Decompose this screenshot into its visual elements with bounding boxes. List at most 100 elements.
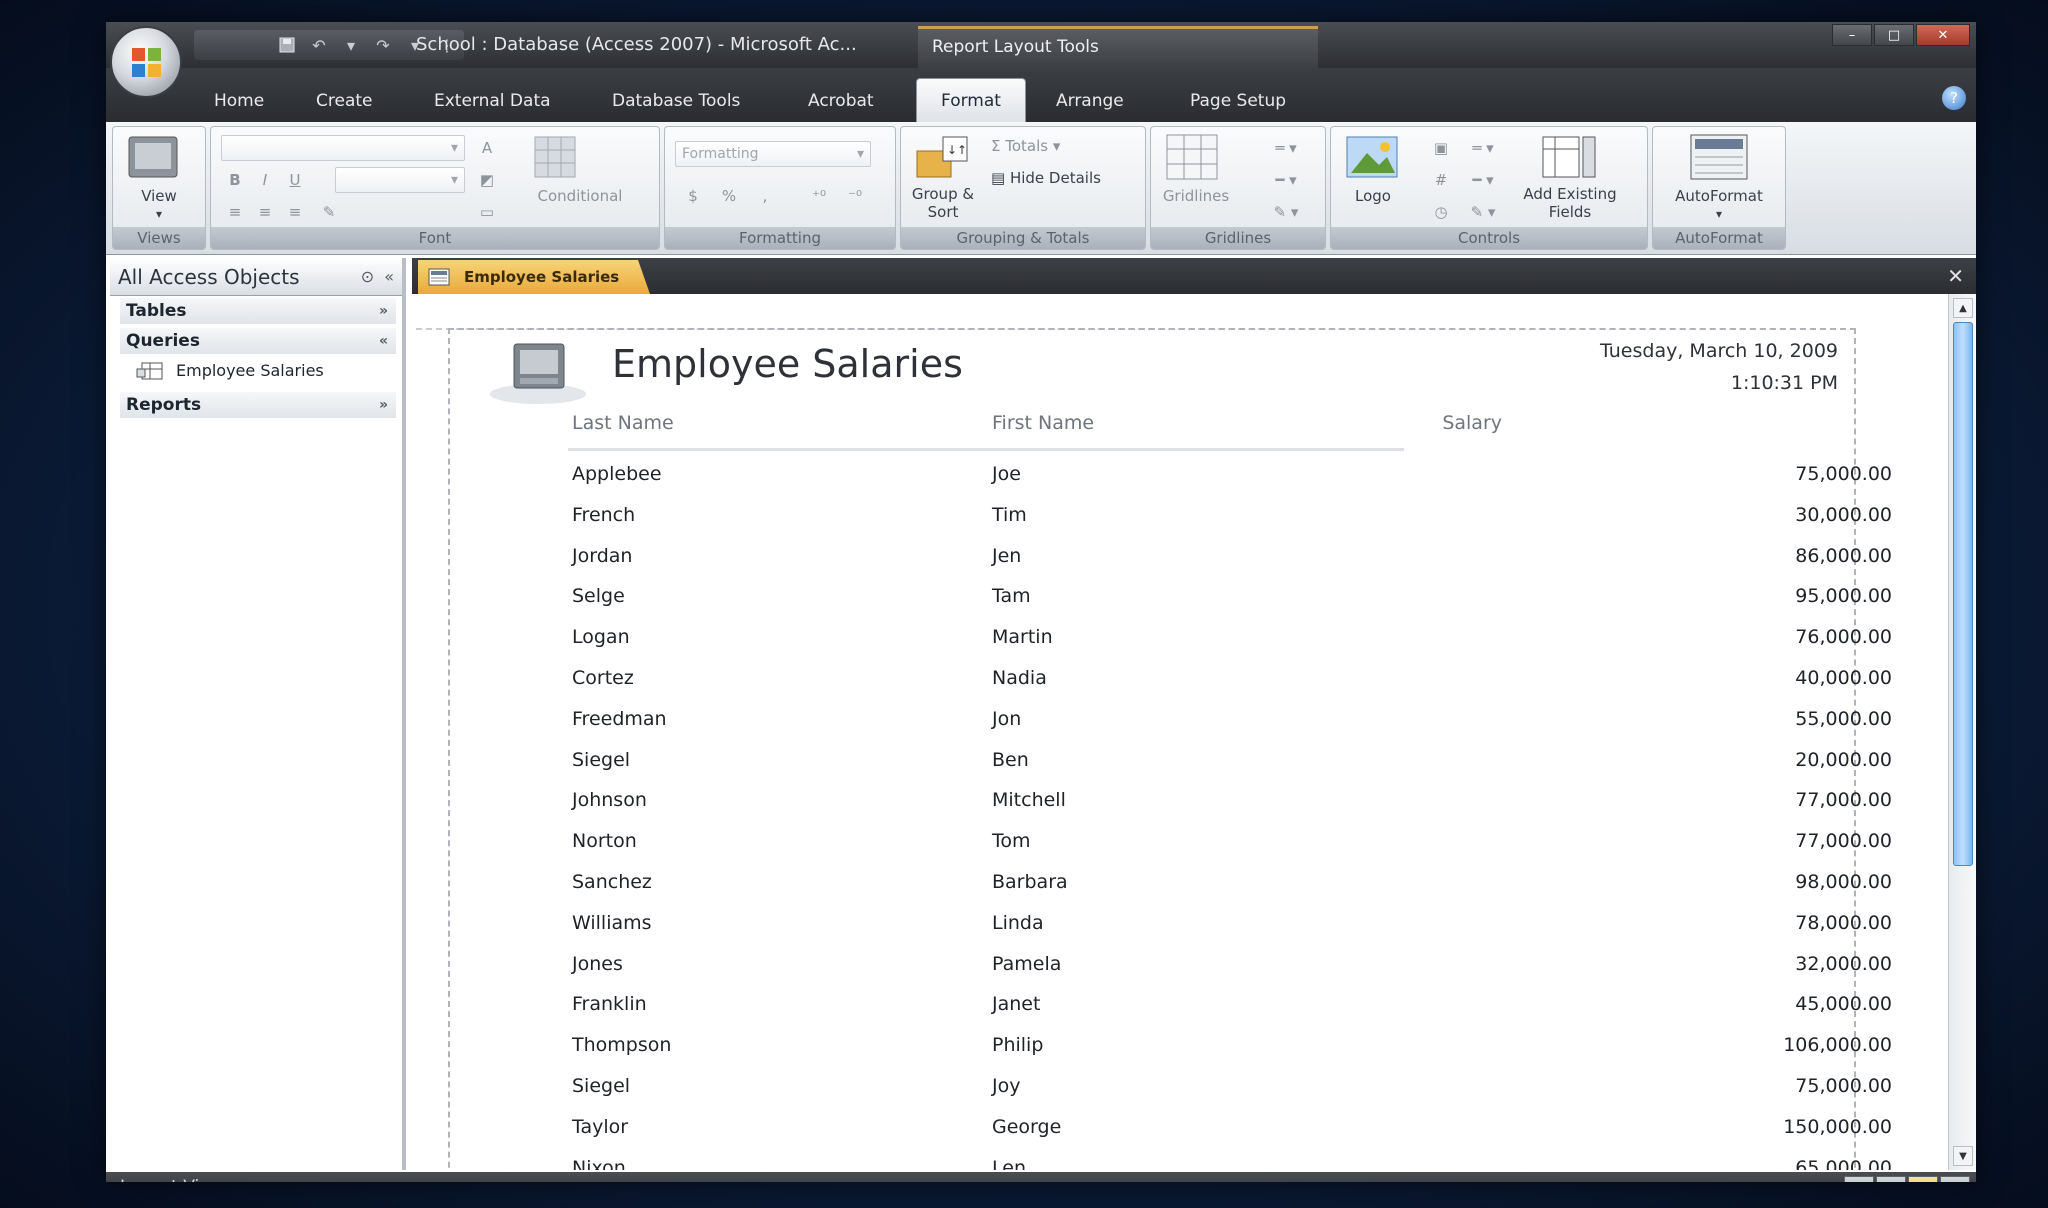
align-center-icon[interactable]: ≡ bbox=[251, 199, 279, 225]
cell-last-name[interactable]: Nixon bbox=[572, 1148, 626, 1170]
cell-last-name[interactable]: Thompson bbox=[572, 1025, 671, 1066]
cell-last-name[interactable]: Franklin bbox=[572, 984, 647, 1025]
cell-first-name[interactable]: Philip bbox=[992, 1025, 1043, 1066]
tab-create[interactable]: Create bbox=[306, 84, 383, 118]
nav-section-reports[interactable]: Reports » bbox=[120, 392, 396, 418]
chevron-down-icon[interactable]: » bbox=[379, 392, 388, 418]
cell-salary[interactable]: 75,000.00 bbox=[1102, 454, 1892, 495]
format-dropdown[interactable]: Formatting ▾ bbox=[675, 141, 871, 167]
group-sort-icon[interactable]: ↓↑ bbox=[913, 133, 971, 181]
cell-last-name[interactable]: Sanchez bbox=[572, 862, 652, 903]
cell-first-name[interactable]: Tim bbox=[992, 495, 1027, 536]
cell-last-name[interactable]: Taylor bbox=[572, 1107, 628, 1148]
column-header-last-name[interactable]: Last Name bbox=[572, 412, 674, 434]
save-icon[interactable] bbox=[276, 34, 298, 56]
nav-menu-icon[interactable]: ⊙ bbox=[361, 258, 374, 296]
cell-last-name[interactable]: Williams bbox=[572, 903, 652, 944]
cell-last-name[interactable]: Applebee bbox=[572, 454, 662, 495]
collapse-pane-icon[interactable]: « bbox=[384, 258, 394, 296]
line-width-icon[interactable]: ━ ▾ bbox=[1261, 167, 1311, 193]
cell-first-name[interactable]: Ben bbox=[992, 740, 1029, 781]
cell-salary[interactable]: 95,000.00 bbox=[1102, 576, 1892, 617]
cell-last-name[interactable]: Jordan bbox=[572, 536, 632, 577]
add-existing-fields-icon[interactable] bbox=[1539, 133, 1599, 181]
cell-last-name[interactable]: Siegel bbox=[572, 1066, 630, 1107]
minimize-icon[interactable]: – bbox=[1832, 24, 1872, 46]
cell-last-name[interactable]: Norton bbox=[572, 821, 637, 862]
cell-first-name[interactable]: Mitchell bbox=[992, 780, 1066, 821]
scrollbar-thumb[interactable] bbox=[1953, 322, 1973, 866]
comma-style-icon[interactable]: , bbox=[751, 183, 779, 209]
font-size-dropdown[interactable]: ▾ bbox=[335, 167, 465, 193]
cell-salary[interactable]: 106,000.00 bbox=[1102, 1025, 1892, 1066]
cell-last-name[interactable]: Logan bbox=[572, 617, 630, 658]
scroll-down-icon[interactable]: ▼ bbox=[1953, 1146, 1973, 1166]
cell-salary[interactable]: 77,000.00 bbox=[1102, 821, 1892, 862]
cell-last-name[interactable]: Cortez bbox=[572, 658, 634, 699]
close-document-icon[interactable]: ✕ bbox=[1947, 262, 1964, 290]
report-logo-icon[interactable] bbox=[486, 338, 596, 408]
cell-salary[interactable]: 78,000.00 bbox=[1102, 903, 1892, 944]
tab-home[interactable]: Home bbox=[204, 84, 274, 118]
cell-first-name[interactable]: Nadia bbox=[992, 658, 1047, 699]
add-existing-fields-button[interactable]: Add Existing Fields bbox=[1505, 185, 1635, 221]
print-preview-icon[interactable] bbox=[1876, 1176, 1906, 1182]
line-color-icon[interactable]: ✎ ▾ bbox=[1461, 199, 1505, 225]
scroll-up-icon[interactable]: ▲ bbox=[1953, 298, 1973, 318]
logo-icon[interactable] bbox=[1345, 133, 1399, 181]
cell-first-name[interactable]: George bbox=[992, 1107, 1061, 1148]
cell-first-name[interactable]: Jon bbox=[992, 699, 1021, 740]
tab-database-tools[interactable]: Database Tools bbox=[602, 84, 750, 118]
maximize-icon[interactable]: □ bbox=[1874, 24, 1914, 46]
cell-salary[interactable]: 45,000.00 bbox=[1102, 984, 1892, 1025]
nav-header[interactable]: All Access Objects ⊙ « bbox=[110, 258, 402, 296]
tab-format[interactable]: Format bbox=[916, 78, 1026, 122]
line-color-icon[interactable]: ✎ ▾ bbox=[1261, 199, 1311, 225]
nav-item-employee-salaries[interactable]: Employee Salaries bbox=[132, 356, 396, 386]
chevron-down-icon[interactable]: » bbox=[379, 298, 388, 324]
line-width-icon[interactable]: ━ ▾ bbox=[1461, 167, 1505, 193]
report-title[interactable]: Employee Salaries bbox=[612, 342, 963, 386]
align-left-icon[interactable]: ≡ bbox=[221, 199, 249, 225]
cell-first-name[interactable]: Tom bbox=[992, 821, 1031, 862]
cell-first-name[interactable]: Len bbox=[992, 1148, 1026, 1170]
cell-first-name[interactable]: Linda bbox=[992, 903, 1044, 944]
report-view-icon[interactable] bbox=[1844, 1176, 1874, 1182]
view-icon[interactable] bbox=[127, 135, 179, 179]
layout-view-icon[interactable] bbox=[1908, 1176, 1938, 1182]
cell-salary[interactable]: 75,000.00 bbox=[1102, 1066, 1892, 1107]
tab-external-data[interactable]: External Data bbox=[424, 84, 561, 118]
dropdown-arrow-icon[interactable]: ▾ bbox=[340, 34, 362, 56]
cell-salary[interactable]: 76,000.00 bbox=[1102, 617, 1892, 658]
font-name-dropdown[interactable]: ▾ bbox=[221, 135, 465, 161]
cell-first-name[interactable]: Pamela bbox=[992, 944, 1061, 985]
column-header-salary[interactable]: Salary bbox=[1102, 412, 1502, 434]
chevron-down-icon[interactable]: ▾ bbox=[1653, 205, 1785, 223]
logo-button[interactable]: Logo bbox=[1331, 187, 1415, 205]
cell-first-name[interactable]: Jen bbox=[992, 536, 1021, 577]
tab-page-setup[interactable]: Page Setup bbox=[1180, 84, 1296, 118]
autoformat-icon[interactable] bbox=[1689, 133, 1749, 181]
cell-salary[interactable]: 86,000.00 bbox=[1102, 536, 1892, 577]
format-painter-icon[interactable]: ✎ bbox=[315, 199, 343, 225]
tab-arrange[interactable]: Arrange bbox=[1046, 84, 1134, 118]
report-date[interactable]: Tuesday, March 10, 2009 bbox=[1600, 340, 1838, 362]
redo-icon[interactable]: ↷ bbox=[372, 34, 394, 56]
gridlines-icon[interactable] bbox=[1165, 133, 1219, 181]
title-icon[interactable]: ▣ bbox=[1427, 135, 1455, 161]
cell-last-name[interactable]: French bbox=[572, 495, 635, 536]
line-color-icon[interactable]: ▭ bbox=[473, 199, 501, 225]
column-header-first-name[interactable]: First Name bbox=[992, 412, 1094, 434]
group-sort-button[interactable]: Group & Sort bbox=[901, 185, 985, 221]
date-time-icon[interactable]: ◷ bbox=[1427, 199, 1455, 225]
cell-salary[interactable]: 30,000.00 bbox=[1102, 495, 1892, 536]
cell-salary[interactable]: 98,000.00 bbox=[1102, 862, 1892, 903]
cell-last-name[interactable]: Selge bbox=[572, 576, 625, 617]
nav-section-tables[interactable]: Tables » bbox=[120, 298, 396, 324]
bold-button[interactable]: B bbox=[221, 167, 249, 193]
cell-salary[interactable]: 150,000.00 bbox=[1102, 1107, 1892, 1148]
view-button[interactable]: View bbox=[113, 187, 205, 205]
cell-first-name[interactable]: Martin bbox=[992, 617, 1053, 658]
chevron-up-icon[interactable]: « bbox=[379, 328, 388, 354]
cell-last-name[interactable]: Siegel bbox=[572, 740, 630, 781]
